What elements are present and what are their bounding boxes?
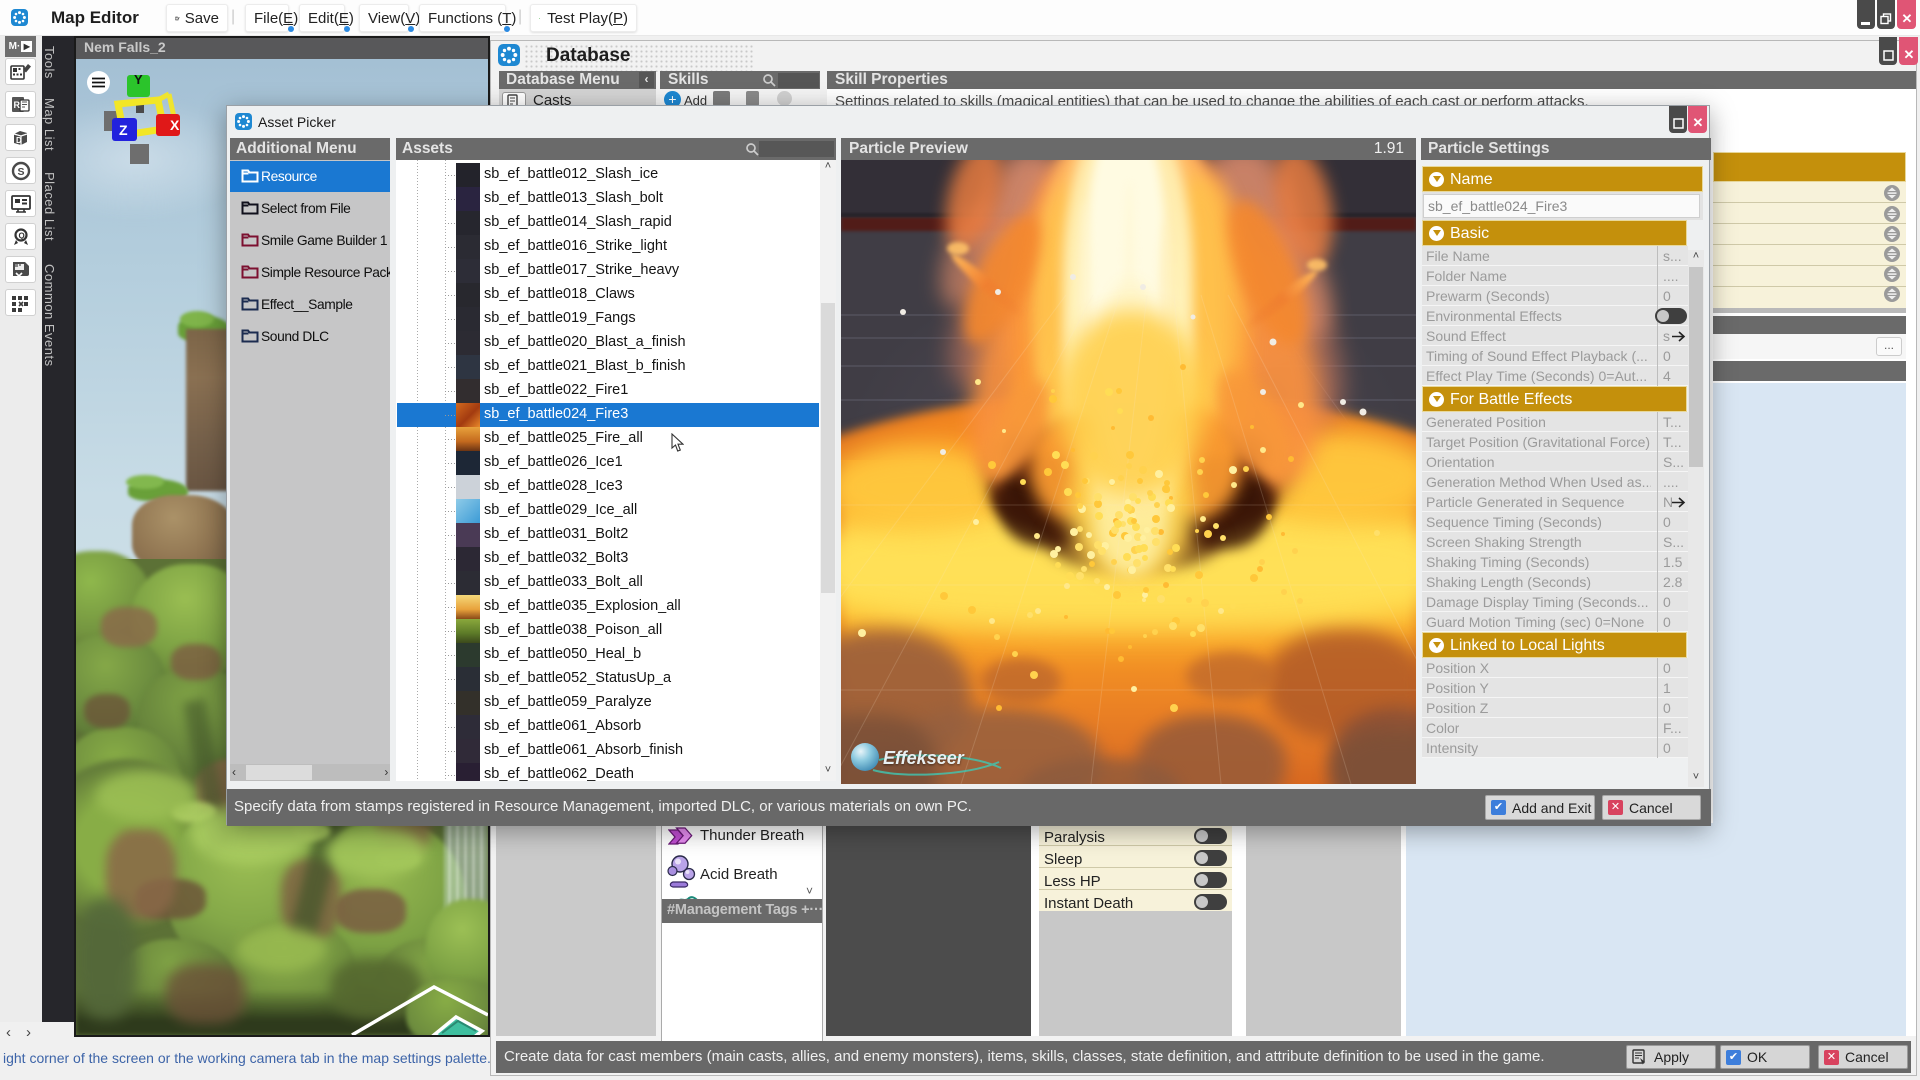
svg-text:X: X [170,117,180,133]
svg-text:Y: Y [134,72,143,87]
svg-text:Z: Z [119,122,128,138]
svg-text:D: D [16,136,22,145]
svg-text:R: R [13,100,20,110]
svg-text:S: S [17,166,24,178]
svg-text:Q: Q [18,231,24,240]
